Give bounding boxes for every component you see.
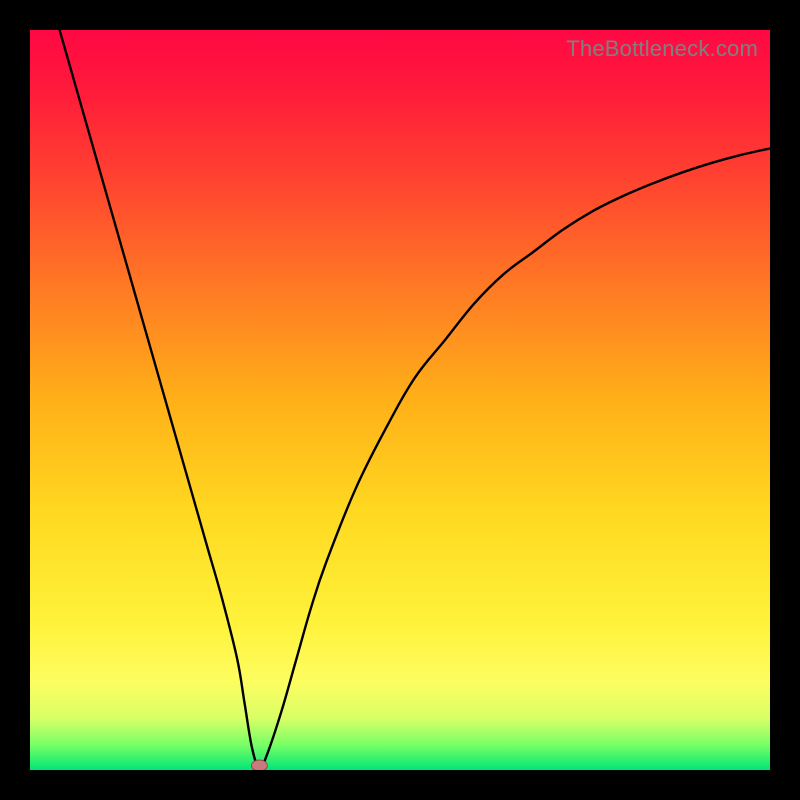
watermark-label: TheBottleneck.com	[566, 36, 758, 62]
chart-frame: TheBottleneck.com	[30, 30, 770, 770]
bottleneck-chart	[30, 30, 770, 770]
optimal-point-marker	[251, 760, 267, 770]
